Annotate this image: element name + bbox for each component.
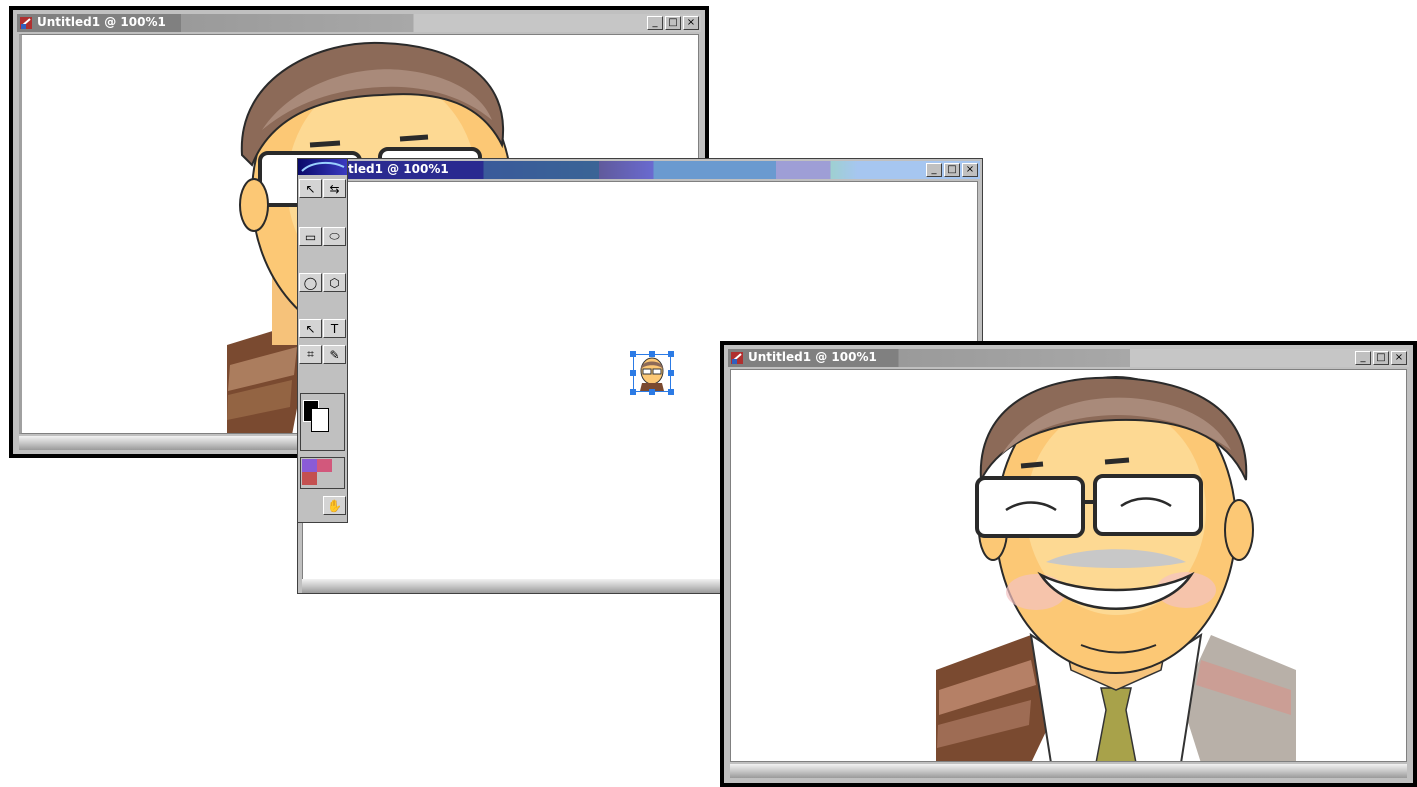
polygon-tool-icon: ⬡ bbox=[329, 275, 340, 290]
back-window-title: Untitled1 @ 100%1 bbox=[37, 15, 166, 29]
crop-tool-icon: ⌗ bbox=[307, 347, 314, 361]
rectangle-tool-button[interactable]: ▭ bbox=[299, 227, 322, 246]
app-icon bbox=[19, 16, 33, 30]
minimize-button[interactable]: _ bbox=[647, 16, 663, 30]
maximize-button[interactable]: □ bbox=[1373, 351, 1389, 365]
pointer-tool-icon: ↖ bbox=[305, 181, 316, 196]
maximize-icon: □ bbox=[947, 164, 957, 175]
minimize-icon: _ bbox=[1360, 352, 1366, 363]
selection-handle[interactable] bbox=[668, 389, 674, 395]
fill-color-swatch[interactable] bbox=[311, 408, 329, 432]
selection-handle[interactable] bbox=[630, 351, 636, 357]
selection-handle[interactable] bbox=[630, 389, 636, 395]
pointer-tool-button[interactable]: ↖ bbox=[299, 179, 322, 198]
close-button[interactable]: × bbox=[1391, 351, 1407, 365]
maximize-button[interactable]: □ bbox=[944, 163, 960, 177]
selection-handle[interactable] bbox=[649, 389, 655, 395]
selection-handle[interactable] bbox=[668, 351, 674, 357]
eyedropper-tool-icon: ✎ bbox=[329, 347, 340, 362]
eyedropper-tool-button[interactable]: ✎ bbox=[323, 345, 346, 364]
swatch[interactable] bbox=[302, 459, 317, 472]
close-icon: × bbox=[686, 17, 696, 28]
minimize-button[interactable]: _ bbox=[926, 163, 942, 177]
subselect-tool-button[interactable]: ↖ bbox=[299, 319, 322, 338]
selection-handle[interactable] bbox=[668, 370, 674, 376]
tools-panel: ↖ ⇆ ▭ ⬭ ◯ ⬡ ↖ T ⌗ ✎ ✋ bbox=[297, 158, 348, 523]
middle-window-title: tled1 @ 100%1 bbox=[348, 162, 449, 176]
caricature-illustration bbox=[936, 376, 1296, 761]
front-window-titlebar[interactable]: Untitled1 @ 100%1 _ □ × bbox=[728, 349, 1409, 367]
close-button[interactable]: × bbox=[962, 163, 978, 177]
front-window-controls: _ □ × bbox=[1355, 351, 1407, 365]
swatch[interactable] bbox=[302, 472, 317, 485]
circle-tool-button[interactable]: ◯ bbox=[299, 273, 322, 292]
middle-window-titlebar[interactable]: tled1 @ 100%1 _ □ × bbox=[300, 161, 980, 179]
ellipse-tool-icon: ⬭ bbox=[329, 229, 340, 243]
close-icon: × bbox=[1394, 352, 1404, 363]
minimize-button[interactable]: _ bbox=[1355, 351, 1371, 365]
crop-tool-button[interactable]: ⌗ bbox=[299, 345, 322, 364]
selection-handle[interactable] bbox=[630, 370, 636, 376]
circle-tool-icon: ◯ bbox=[303, 275, 318, 290]
text-tool-icon: T bbox=[330, 321, 339, 336]
scale-tool-button[interactable]: ⇆ bbox=[323, 179, 346, 198]
front-canvas[interactable] bbox=[730, 369, 1407, 762]
color-well[interactable] bbox=[300, 393, 345, 451]
middle-window-controls: _ □ × bbox=[926, 163, 978, 177]
tools-panel-header[interactable] bbox=[298, 159, 347, 175]
close-icon: × bbox=[965, 164, 975, 175]
swatch[interactable] bbox=[317, 459, 332, 472]
swatch-panel bbox=[300, 457, 345, 489]
thumbnail-caricature bbox=[640, 357, 664, 391]
rectangle-tool-icon: ▭ bbox=[304, 229, 317, 244]
front-window-scrollbar[interactable] bbox=[730, 764, 1407, 778]
selection-handle[interactable] bbox=[649, 351, 655, 357]
maximize-button[interactable]: □ bbox=[665, 16, 681, 30]
close-button[interactable]: × bbox=[683, 16, 699, 30]
front-window-title: Untitled1 @ 100%1 bbox=[748, 350, 877, 364]
back-window-controls: _ □ × bbox=[647, 16, 699, 30]
minimize-icon: _ bbox=[652, 17, 658, 28]
scale-tool-icon: ⇆ bbox=[329, 181, 340, 196]
back-window-titlebar[interactable]: Untitled1 @ 100%1 _ □ × bbox=[17, 14, 701, 32]
text-tool-button[interactable]: T bbox=[323, 319, 346, 338]
tools-logo-icon bbox=[301, 161, 345, 172]
hand-grab-icon: ✋ bbox=[327, 498, 342, 513]
ellipse-tool-button[interactable]: ⬭ bbox=[323, 227, 346, 246]
minimize-icon: _ bbox=[931, 164, 937, 175]
polygon-tool-button[interactable]: ⬡ bbox=[323, 273, 346, 292]
front-document-window[interactable]: Untitled1 @ 100%1 _ □ × bbox=[724, 345, 1413, 783]
hand-grab-button[interactable]: ✋ bbox=[323, 496, 346, 515]
selected-thumbnail[interactable] bbox=[630, 351, 674, 395]
maximize-icon: □ bbox=[1376, 352, 1386, 363]
maximize-icon: □ bbox=[668, 17, 678, 28]
subselect-tool-icon: ↖ bbox=[305, 321, 316, 336]
app-icon bbox=[730, 351, 744, 365]
